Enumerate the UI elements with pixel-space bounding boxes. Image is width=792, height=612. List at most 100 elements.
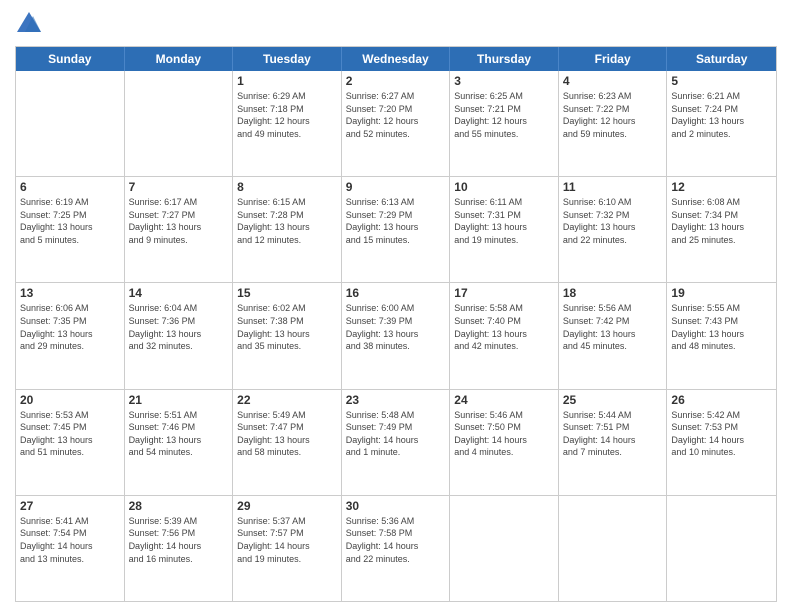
day-number: 27 xyxy=(20,499,120,513)
header-day-monday: Monday xyxy=(125,47,234,71)
day-cell-4: 4Sunrise: 6:23 AM Sunset: 7:22 PM Daylig… xyxy=(559,71,668,176)
day-cell-17: 17 Sunrise: 5:58 AM Sunset: 7:40 PM Dayli… xyxy=(450,283,559,388)
day-info: Sunrise: 6:23 AM Sunset: 7:22 PM Dayligh… xyxy=(563,90,663,140)
header-day-wednesday: Wednesday xyxy=(342,47,451,71)
day-cell-28: 28Sunrise: 5:39 AM Sunset: 7:56 PM Dayli… xyxy=(125,496,234,601)
day-info: Sunrise: 5:36 AM Sunset: 7:58 PM Dayligh… xyxy=(346,515,446,565)
day-info: Sunrise: 6:21 AM Sunset: 7:24 PM Dayligh… xyxy=(671,90,772,140)
day-info: Sunrise: 5:44 AM Sunset: 7:51 PM Dayligh… xyxy=(563,409,663,459)
day-number: 5 xyxy=(671,74,772,88)
day-cell-3: 3 Sunrise: 6:25 AM Sunset: 7:21 PM Daylig… xyxy=(450,71,559,176)
day-info: Sunrise: 5:56 AM Sunset: 7:42 PM Dayligh… xyxy=(563,302,663,352)
day-number: 26 xyxy=(671,393,772,407)
day-number: 8 xyxy=(237,180,337,194)
day-number: 13 xyxy=(20,286,120,300)
week-row-2: 6 Sunrise: 6:19 AM Sunset: 7:25 PM Daylig… xyxy=(16,177,776,283)
empty-cell xyxy=(16,71,125,176)
day-cell-20: 20 Sunrise: 5:53 AM Sunset: 7:45 PM Dayli… xyxy=(16,390,125,495)
day-cell-13: 13 Sunrise: 6:06 AM Sunset: 7:35 PM Dayli… xyxy=(16,283,125,388)
day-number: 14 xyxy=(129,286,229,300)
day-info: Sunrise: 5:51 AM Sunset: 7:46 PM Dayligh… xyxy=(129,409,229,459)
day-info: Sunrise: 6:04 AM Sunset: 7:36 PM Dayligh… xyxy=(129,302,229,352)
day-number: 2 xyxy=(346,74,446,88)
day-number: 3 xyxy=(454,74,554,88)
day-info: Sunrise: 6:02 AM Sunset: 7:38 PM Dayligh… xyxy=(237,302,337,352)
week-row-4: 20 Sunrise: 5:53 AM Sunset: 7:45 PM Dayli… xyxy=(16,390,776,496)
week-row-3: 13 Sunrise: 6:06 AM Sunset: 7:35 PM Dayli… xyxy=(16,283,776,389)
header-day-friday: Friday xyxy=(559,47,668,71)
day-cell-23: 23Sunrise: 5:48 AM Sunset: 7:49 PM Dayli… xyxy=(342,390,451,495)
day-cell-16: 16 Sunrise: 6:00 AM Sunset: 7:39 PM Dayli… xyxy=(342,283,451,388)
day-number: 25 xyxy=(563,393,663,407)
day-info: Sunrise: 5:46 AM Sunset: 7:50 PM Dayligh… xyxy=(454,409,554,459)
day-cell-24: 24 Sunrise: 5:46 AM Sunset: 7:50 PM Dayli… xyxy=(450,390,559,495)
header-day-tuesday: Tuesday xyxy=(233,47,342,71)
day-info: Sunrise: 6:13 AM Sunset: 7:29 PM Dayligh… xyxy=(346,196,446,246)
day-number: 29 xyxy=(237,499,337,513)
day-number: 18 xyxy=(563,286,663,300)
calendar: SundayMondayTuesdayWednesdayThursdayFrid… xyxy=(15,46,777,602)
calendar-header-row: SundayMondayTuesdayWednesdayThursdayFrid… xyxy=(16,47,776,71)
day-cell-19: 19Sunrise: 5:55 AM Sunset: 7:43 PM Dayli… xyxy=(667,283,776,388)
day-cell-12: 12Sunrise: 6:08 AM Sunset: 7:34 PM Dayli… xyxy=(667,177,776,282)
day-info: Sunrise: 5:41 AM Sunset: 7:54 PM Dayligh… xyxy=(20,515,120,565)
header xyxy=(15,10,777,38)
day-info: Sunrise: 5:55 AM Sunset: 7:43 PM Dayligh… xyxy=(671,302,772,352)
day-cell-7: 7Sunrise: 6:17 AM Sunset: 7:27 PM Daylig… xyxy=(125,177,234,282)
day-number: 6 xyxy=(20,180,120,194)
day-cell-6: 6 Sunrise: 6:19 AM Sunset: 7:25 PM Daylig… xyxy=(16,177,125,282)
day-info: Sunrise: 5:53 AM Sunset: 7:45 PM Dayligh… xyxy=(20,409,120,459)
day-number: 24 xyxy=(454,393,554,407)
empty-cell xyxy=(559,496,668,601)
day-cell-8: 8 Sunrise: 6:15 AM Sunset: 7:28 PM Daylig… xyxy=(233,177,342,282)
week-row-1: 1 Sunrise: 6:29 AM Sunset: 7:18 PM Daylig… xyxy=(16,71,776,177)
header-day-sunday: Sunday xyxy=(16,47,125,71)
day-cell-5: 5 Sunrise: 6:21 AM Sunset: 7:24 PM Daylig… xyxy=(667,71,776,176)
day-cell-9: 9 Sunrise: 6:13 AM Sunset: 7:29 PM Daylig… xyxy=(342,177,451,282)
day-info: Sunrise: 6:25 AM Sunset: 7:21 PM Dayligh… xyxy=(454,90,554,140)
day-number: 7 xyxy=(129,180,229,194)
logo-icon xyxy=(15,10,43,38)
day-cell-30: 30 Sunrise: 5:36 AM Sunset: 7:58 PM Dayli… xyxy=(342,496,451,601)
day-number: 17 xyxy=(454,286,554,300)
day-cell-29: 29 Sunrise: 5:37 AM Sunset: 7:57 PM Dayli… xyxy=(233,496,342,601)
day-number: 21 xyxy=(129,393,229,407)
day-cell-21: 21 Sunrise: 5:51 AM Sunset: 7:46 PM Dayli… xyxy=(125,390,234,495)
day-info: Sunrise: 5:49 AM Sunset: 7:47 PM Dayligh… xyxy=(237,409,337,459)
day-number: 12 xyxy=(671,180,772,194)
day-info: Sunrise: 6:15 AM Sunset: 7:28 PM Dayligh… xyxy=(237,196,337,246)
day-info: Sunrise: 6:19 AM Sunset: 7:25 PM Dayligh… xyxy=(20,196,120,246)
day-cell-18: 18 Sunrise: 5:56 AM Sunset: 7:42 PM Dayli… xyxy=(559,283,668,388)
day-info: Sunrise: 6:00 AM Sunset: 7:39 PM Dayligh… xyxy=(346,302,446,352)
empty-cell xyxy=(450,496,559,601)
day-cell-22: 22 Sunrise: 5:49 AM Sunset: 7:47 PM Dayli… xyxy=(233,390,342,495)
day-number: 20 xyxy=(20,393,120,407)
day-info: Sunrise: 6:11 AM Sunset: 7:31 PM Dayligh… xyxy=(454,196,554,246)
day-cell-15: 15 Sunrise: 6:02 AM Sunset: 7:38 PM Dayli… xyxy=(233,283,342,388)
day-cell-10: 10 Sunrise: 6:11 AM Sunset: 7:31 PM Dayli… xyxy=(450,177,559,282)
day-cell-25: 25 Sunrise: 5:44 AM Sunset: 7:51 PM Dayli… xyxy=(559,390,668,495)
day-info: Sunrise: 5:42 AM Sunset: 7:53 PM Dayligh… xyxy=(671,409,772,459)
day-info: Sunrise: 5:58 AM Sunset: 7:40 PM Dayligh… xyxy=(454,302,554,352)
day-cell-1: 1 Sunrise: 6:29 AM Sunset: 7:18 PM Daylig… xyxy=(233,71,342,176)
day-number: 22 xyxy=(237,393,337,407)
empty-cell xyxy=(125,71,234,176)
day-cell-11: 11Sunrise: 6:10 AM Sunset: 7:32 PM Dayli… xyxy=(559,177,668,282)
day-number: 10 xyxy=(454,180,554,194)
day-info: Sunrise: 6:29 AM Sunset: 7:18 PM Dayligh… xyxy=(237,90,337,140)
week-row-5: 27 Sunrise: 5:41 AM Sunset: 7:54 PM Dayli… xyxy=(16,496,776,601)
calendar-body: 1 Sunrise: 6:29 AM Sunset: 7:18 PM Daylig… xyxy=(16,71,776,601)
day-number: 1 xyxy=(237,74,337,88)
day-cell-27: 27 Sunrise: 5:41 AM Sunset: 7:54 PM Dayli… xyxy=(16,496,125,601)
day-number: 15 xyxy=(237,286,337,300)
day-number: 16 xyxy=(346,286,446,300)
page: SundayMondayTuesdayWednesdayThursdayFrid… xyxy=(0,0,792,612)
day-info: Sunrise: 5:48 AM Sunset: 7:49 PM Dayligh… xyxy=(346,409,446,459)
day-cell-26: 26 Sunrise: 5:42 AM Sunset: 7:53 PM Dayli… xyxy=(667,390,776,495)
day-number: 9 xyxy=(346,180,446,194)
day-info: Sunrise: 5:39 AM Sunset: 7:56 PM Dayligh… xyxy=(129,515,229,565)
day-info: Sunrise: 5:37 AM Sunset: 7:57 PM Dayligh… xyxy=(237,515,337,565)
day-info: Sunrise: 6:10 AM Sunset: 7:32 PM Dayligh… xyxy=(563,196,663,246)
day-number: 30 xyxy=(346,499,446,513)
day-info: Sunrise: 6:06 AM Sunset: 7:35 PM Dayligh… xyxy=(20,302,120,352)
